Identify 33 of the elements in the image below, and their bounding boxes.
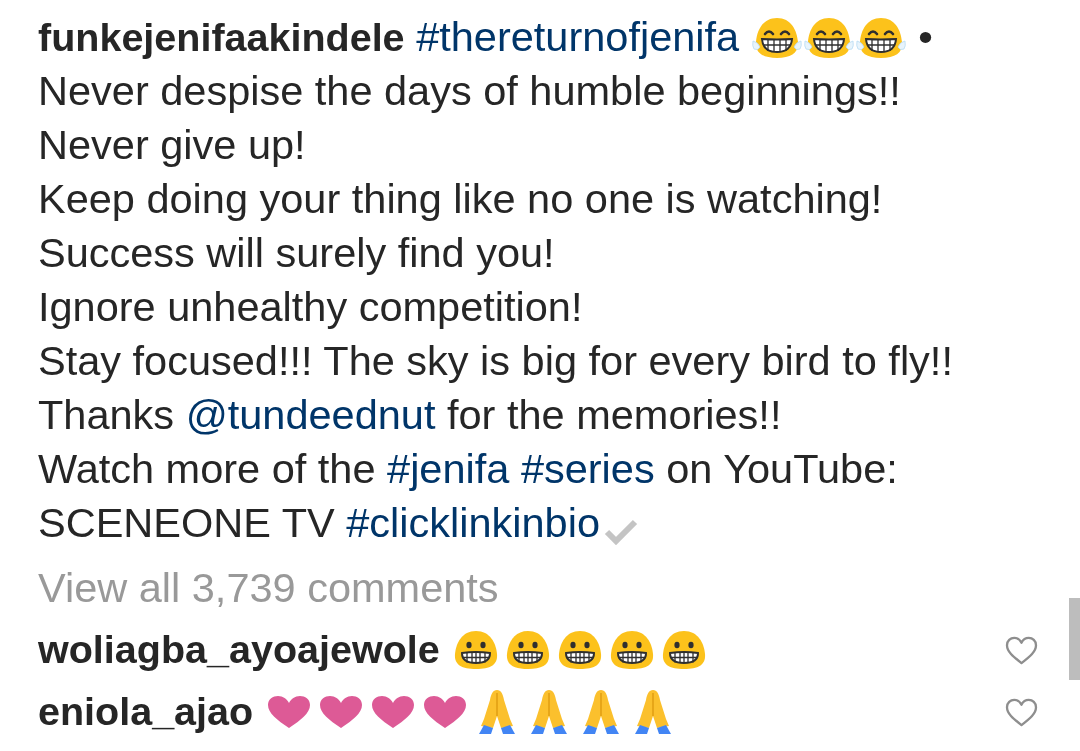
tears-of-joy-icon (803, 17, 854, 60)
comment-username[interactable]: eniola_ajao (38, 682, 254, 742)
hashtag-link[interactable]: #jenifa (387, 445, 510, 492)
praying-hands-icon (634, 689, 673, 735)
praying-hands-icon (478, 689, 517, 735)
caption-text: Success will surely find you! (38, 228, 556, 278)
praying-hands-icon (582, 689, 621, 735)
hashtag-link[interactable]: #series (520, 445, 655, 492)
caption-text: Thanks @tundeednut for the memories!! (38, 390, 783, 440)
caption-text: Never despise the days of humble beginnings!! (38, 66, 902, 116)
caption-text: Stay focused!!! The sky is big for every bird to fly!! (38, 336, 954, 386)
heart-icon (319, 695, 364, 729)
caption-text: Never give up! (38, 120, 307, 170)
caption-text: Ignore unhealthy competition! (38, 282, 584, 332)
praying-hands-icon (530, 689, 569, 735)
caption-text: SCENEONE TV #clicklinkinbio (38, 496, 1038, 550)
caption-text: Watch more of the #jenifa #series on YouTube: (38, 444, 899, 494)
username-link[interactable]: funkejenifaakindele (38, 15, 405, 59)
tears-of-joy-icon (751, 17, 802, 60)
hashtag-link[interactable]: #thereturnofjenifa (416, 13, 740, 60)
heart-icon (267, 695, 312, 729)
caption-text: funkejenifaakindele #thereturnofjenifa • (38, 12, 934, 62)
heart-outline-icon[interactable] (1005, 635, 1038, 665)
heart-icon (423, 695, 468, 729)
check-mark-icon (604, 519, 638, 546)
mention-link[interactable]: @tundeednut (185, 391, 436, 438)
heart-outline-icon[interactable] (1005, 697, 1038, 727)
tears-of-joy-icon (855, 17, 906, 60)
heart-icon (371, 695, 416, 729)
caption-text: Keep doing your thing like no one is watching! (38, 174, 884, 224)
comment-username[interactable]: woliagba_ayoajewole (38, 620, 440, 680)
hashtag-link[interactable]: #clicklinkinbio (346, 499, 600, 546)
scrollbar-thumb[interactable] (1069, 598, 1080, 680)
